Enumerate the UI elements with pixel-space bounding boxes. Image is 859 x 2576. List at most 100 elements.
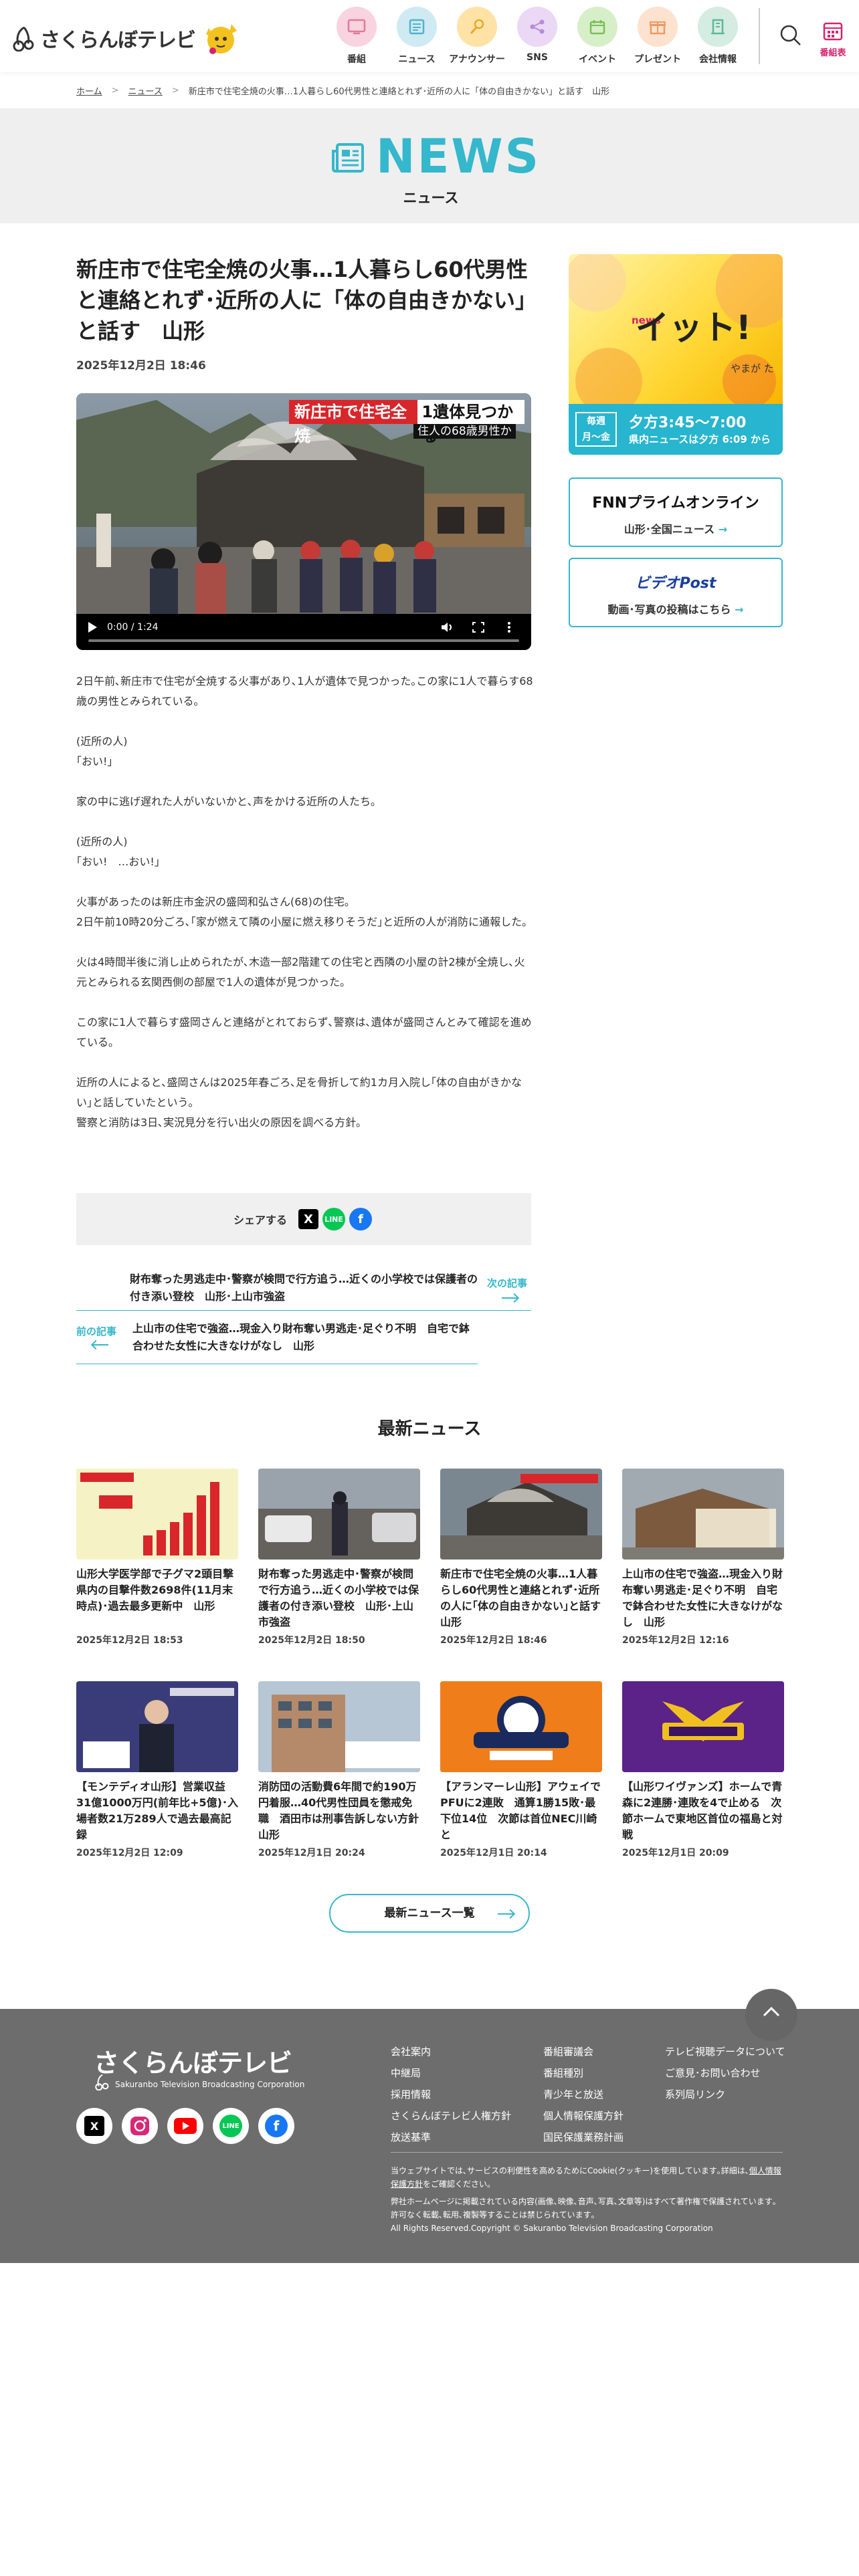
footer-link[interactable]: 個人情報保護方針	[543, 2105, 624, 2127]
prev-article-link[interactable]: 前の記事 上山市の住宅で強盗…現金入り財布奪い男逃走･足ぐり不明 自宅で鉢合わせ…	[76, 1316, 478, 1364]
calendar-icon	[577, 7, 617, 47]
footer-link[interactable]: 系列局リンク	[665, 2084, 785, 2105]
footer-link[interactable]: 国民保護業務計画	[543, 2127, 624, 2148]
program-guide-button[interactable]: 番組表	[818, 20, 848, 58]
nav-item-programs[interactable]: 番組	[326, 7, 387, 66]
itto-logo: イット!	[636, 308, 751, 347]
instagram-icon[interactable]	[122, 2108, 158, 2144]
footer-divider	[391, 2152, 783, 2153]
news-card[interactable]: 財布奪った男逃走中･警察が検問で行方追う…近くの小学校では保護者の付き添い登校 …	[258, 1469, 420, 1646]
news-thumbnail	[440, 1469, 602, 1560]
tv-icon	[337, 7, 377, 47]
article-date: 2025年12月2日 18:46	[76, 359, 206, 372]
building-icon	[698, 7, 738, 47]
footer-link[interactable]: 会社案内	[391, 2041, 511, 2062]
mascot-icon	[199, 17, 241, 59]
breadcrumb: ホーム > ニュース > 新庄市で住宅全焼の火事…1人暮らし60代男性と連絡とれ…	[76, 84, 609, 97]
news-card[interactable]: 上山市の住宅で強盗…現金入り財布奪い男逃走･足ぐり不明 自宅で鉢合わせた女性に大…	[622, 1469, 784, 1646]
footer-logo[interactable]: さくらんぼテレビ	[94, 2042, 292, 2079]
header-divider	[759, 8, 760, 64]
play-icon[interactable]	[88, 622, 97, 633]
latest-news-list-button[interactable]: 最新ニュース一覧	[329, 1894, 530, 1933]
latest-news-heading: 最新ニュース	[377, 1419, 482, 1439]
global-nav: 番組 ニュース アナウンサー SNS イベント プレゼント 会社情報	[326, 7, 748, 66]
news-card[interactable]: 【山形ワイヴァンズ】ホームで青森に2連勝･連敗を4で止める 次節ホームで東地区首…	[622, 1681, 784, 1859]
more-options-icon[interactable]	[502, 621, 516, 634]
itto-program-banner[interactable]: news イット! やまが た 毎週 月〜金 夕方3:45〜7:00 県内ニュー…	[569, 254, 783, 455]
article-paragraph: 家の中に逃げ遅れた人がいないかと､声をかける近所の人たち｡	[76, 795, 377, 808]
breadcrumb-news[interactable]: ニュース	[128, 84, 163, 97]
breadcrumb-current: 新庄市で住宅全焼の火事…1人暮らし60代男性と連絡とれず･近所の人に「体の自由き…	[188, 87, 610, 97]
footer-social-links: X LINE f	[76, 2108, 304, 2144]
line-icon[interactable]: LINE	[213, 2108, 249, 2144]
facebook-icon[interactable]: f	[258, 2108, 294, 2144]
news-thumbnail	[258, 1681, 420, 1772]
arrow-right-icon: →	[735, 603, 744, 616]
footer-link[interactable]: 番組審議会	[543, 2041, 624, 2062]
footer-link[interactable]: ご意見･お問い合わせ	[665, 2062, 785, 2084]
footer-link[interactable]: 番組種別	[543, 2062, 624, 2084]
article-paragraph: 近所の人によると､盛岡さんは2025年春ごろ､足を骨折して約1カ月入院し｢体の自…	[76, 1076, 522, 1129]
news-thumbnail	[622, 1681, 784, 1772]
footer-notice: 当ウェブサイトでは､サービスの利便性を高めるためにCookie(クッキー)を使用…	[391, 2164, 783, 2235]
next-article-link[interactable]: 財布奪った男逃走中･警察が検問で行方追う…近くの小学校では保護者の付き添い登校 …	[76, 1268, 531, 1311]
cherry-logo-icon	[95, 2074, 109, 2090]
arrow-left-icon	[92, 1344, 108, 1346]
article-paragraph: この家に1人で暮らす盛岡さんと連絡がとれておらず､警察は､遺体が盛岡さんとみて確…	[76, 1016, 532, 1049]
chevron-right-icon: >	[171, 86, 179, 96]
footer-link[interactable]: 放送基準	[391, 2127, 511, 2148]
footer-link[interactable]: さくらんぼテレビ人権方針	[391, 2105, 511, 2127]
video-player[interactable]: 新庄市で住宅全焼 1遺体見つかる 住人の68歳男性か 0:00 / 1:24	[76, 393, 531, 650]
search-icon	[780, 25, 801, 45]
news-thumbnail	[76, 1681, 238, 1772]
article-paragraph: (近所の人) ｢おい!｣	[76, 735, 128, 768]
x-icon[interactable]: X	[76, 2108, 112, 2144]
news-card[interactable]: 【モンテディオ山形】営業収益31億1000万円(前年比+5億)･入場者数21万2…	[76, 1681, 238, 1859]
footer-link[interactable]: 中継局	[391, 2062, 511, 2084]
news-card[interactable]: 山形大学医学部で子グマ2頭目撃 県内の目撃件数2698件(11月末時点)･過去最…	[76, 1469, 238, 1646]
article-paragraph: 2日午前､新庄市で住宅が全焼する火事があり､1人が遺体で見つかった｡この家に1人…	[76, 675, 533, 708]
facebook-share-icon[interactable]: f	[349, 1208, 372, 1230]
footer-link[interactable]: 青少年と放送	[543, 2084, 624, 2105]
footer-links-col2: 番組審議会 番組種別 青少年と放送 個人情報保護方針 国民保護業務計画	[543, 2041, 624, 2148]
chevron-right-icon: >	[111, 86, 119, 96]
news-card[interactable]: 新庄市で住宅全焼の火事…1人暮らし60代男性と連絡とれず･近所の人に｢体の自由き…	[440, 1469, 602, 1646]
nav-item-presents[interactable]: プレゼント	[628, 7, 688, 66]
fullscreen-icon[interactable]	[471, 621, 486, 634]
breadcrumb-home[interactable]: ホーム	[76, 84, 102, 97]
site-logo[interactable]: さくらんぼテレビ	[11, 17, 241, 59]
footer-link[interactable]: 採用情報	[391, 2084, 511, 2105]
gift-icon	[638, 7, 678, 47]
search-button[interactable]	[779, 23, 803, 49]
share-label: シェアする	[233, 1214, 287, 1226]
nav-item-news[interactable]: ニュース	[387, 7, 447, 66]
news-card[interactable]: 消防団の活動費6年間で約190万円着服…40代男性団員を懲戒免職 酒田市は刑事告…	[258, 1681, 420, 1859]
video-post-link[interactable]: ビデオPost 動画･写真の投稿はこちら →	[569, 558, 783, 627]
banner-title: NEWS	[376, 129, 541, 184]
volume-icon[interactable]	[440, 621, 455, 634]
news-thumbnail	[258, 1469, 420, 1560]
youtube-icon[interactable]	[167, 2108, 203, 2144]
nav-item-sns[interactable]: SNS	[507, 7, 567, 66]
article-paragraph: 火事があったのは新庄市金沢の盛岡和弘さん(68)の住宅｡ 2日午前10時20分ご…	[76, 895, 528, 928]
footer-links-col3: テレビ視聴データについて ご意見･お問い合わせ 系列局リンク	[665, 2041, 785, 2105]
video-caption: 新庄市で住宅全焼 1遺体見つかる 住人の68歳男性か	[289, 400, 524, 445]
nav-item-announcers[interactable]: アナウンサー	[447, 7, 507, 66]
video-progress-bar[interactable]	[88, 639, 519, 642]
fnn-prime-online-link[interactable]: FNNプライムオンライン 山形･全国ニュース →	[569, 477, 783, 547]
nav-item-company[interactable]: 会社情報	[688, 7, 748, 66]
page: さくらんぼテレビ 番組 ニュース アナウンサー SNS イベント プレゼント 会…	[0, 0, 859, 2576]
page-top-button[interactable]	[745, 1989, 797, 2041]
x-share-icon[interactable]: X	[298, 1209, 318, 1229]
logo-text: さくらんぼテレビ	[40, 29, 196, 52]
footer-link[interactable]: テレビ視聴データについて	[665, 2041, 785, 2062]
newspaper-icon	[332, 143, 364, 173]
news-card[interactable]: 【アランマーレ山形】アウェイでPFUに2連敗 通算1勝15敗･最下位14位 次節…	[440, 1681, 602, 1859]
nav-item-events[interactable]: イベント	[567, 7, 628, 66]
site-header: さくらんぼテレビ 番組 ニュース アナウンサー SNS イベント プレゼント 会…	[0, 0, 859, 72]
arrow-right-icon	[502, 1297, 518, 1299]
line-share-icon[interactable]: LINE	[322, 1208, 345, 1230]
video-time: 0:00 / 1:24	[107, 622, 159, 633]
news-thumbnail	[440, 1681, 602, 1772]
copyright: All Rights Reserved.Copyright © Sakuranb…	[391, 2224, 713, 2233]
